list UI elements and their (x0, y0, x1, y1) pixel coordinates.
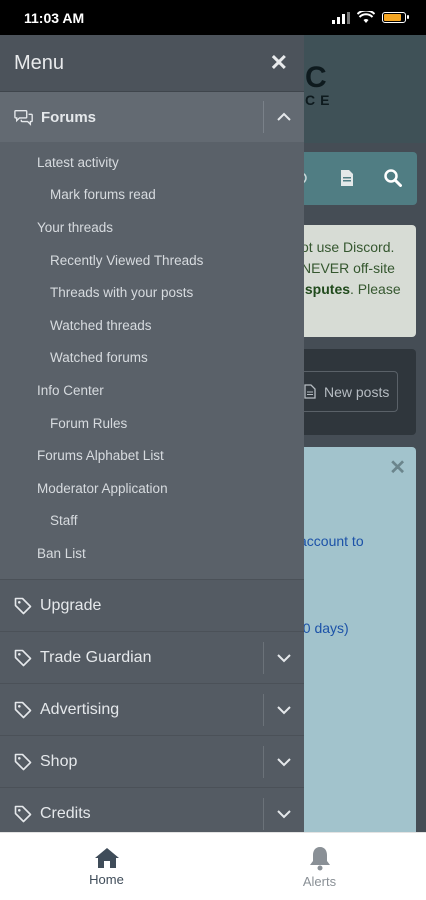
expand-button[interactable] (263, 746, 304, 778)
forums-submenu-item[interactable]: Recently Viewed Threads (0, 244, 304, 277)
expand-button[interactable] (263, 642, 304, 674)
category-row[interactable]: Trade Guardian (0, 631, 304, 683)
forums-submenu-item[interactable]: Watched forums (0, 342, 304, 375)
alert-box: ✕ account to 30 days) (295, 447, 416, 832)
close-icon[interactable]: ✕ (389, 455, 406, 480)
forums-submenu-item[interactable]: Your threads (0, 211, 304, 244)
forums-label: Forums (41, 108, 97, 126)
site-toolbar (295, 152, 417, 205)
forums-submenu-item[interactable]: Threads with your posts (0, 276, 304, 309)
expand-button[interactable] (263, 798, 304, 830)
comments-icon (14, 107, 34, 127)
forums-submenu-item[interactable]: Info Center (0, 374, 304, 407)
tag-icon (14, 700, 34, 720)
tag-icon (14, 752, 34, 772)
site-logo: C CE (305, 61, 335, 108)
search-icon[interactable] (384, 169, 402, 187)
status-bar: 11:03 AM (0, 0, 426, 35)
bottom-nav: Home Alerts (0, 832, 426, 900)
new-posts-icon (304, 384, 316, 399)
nav-alerts-label: Alerts (302, 873, 337, 889)
forums-submenu-item[interactable]: Staff (0, 505, 304, 538)
forums-submenu-item[interactable]: Forum Rules (0, 407, 304, 440)
drawer-title: Menu (14, 51, 65, 74)
category-list: Upgrade Trade Guardian Advertising Shop Cred… (0, 579, 304, 832)
nav-alerts[interactable]: Alerts (213, 833, 426, 900)
tag-icon (14, 804, 34, 824)
category-row[interactable]: Upgrade (0, 579, 304, 631)
document-icon[interactable] (340, 169, 354, 187)
category-row[interactable]: Shop (0, 735, 304, 787)
forums-submenu-item[interactable]: Watched threads (0, 309, 304, 342)
category-label: Trade Guardian (40, 648, 152, 666)
forums-submenu-item[interactable]: Moderator Application (0, 472, 304, 505)
forums-submenu-item[interactable]: Latest activity (0, 146, 304, 179)
forums-collapse-button[interactable] (263, 101, 304, 133)
forums-submenu: Latest activity Mark forums read Your thre… (0, 142, 304, 579)
tag-icon (14, 596, 34, 616)
notice-box: ot use Discord. NEVER off-site isputes. … (295, 225, 416, 337)
forums-submenu-item[interactable]: Ban List (0, 537, 304, 570)
chevron-down-icon (276, 705, 292, 715)
category-row[interactable]: Advertising (0, 683, 304, 735)
category-row[interactable]: Credits (0, 787, 304, 832)
chevron-down-icon (276, 809, 292, 819)
tag-icon (14, 648, 34, 668)
close-drawer-button[interactable]: ✕ (270, 50, 288, 76)
home-icon (94, 847, 119, 868)
drawer-header: Menu ✕ (0, 35, 304, 92)
chevron-down-icon (276, 757, 292, 767)
category-label: Credits (40, 804, 91, 822)
chevron-down-icon (276, 653, 292, 663)
category-label: Upgrade (40, 596, 102, 614)
battery-icon (382, 12, 409, 23)
expand-button[interactable] (263, 694, 304, 726)
nav-home[interactable]: Home (0, 833, 213, 900)
forums-submenu-item[interactable]: Mark forums read (0, 179, 304, 212)
status-time: 11:03 AM (24, 9, 85, 26)
alert-link[interactable]: account to (299, 533, 364, 549)
new-posts-button[interactable]: New posts (295, 371, 398, 412)
nav-home-label: Home (89, 871, 124, 887)
menu-drawer: Menu ✕ Forums Latest activity Mark forums… (0, 35, 304, 832)
category-label: Shop (40, 752, 78, 770)
chevron-up-icon (277, 112, 291, 121)
forums-submenu-item[interactable]: Forums Alphabet List (0, 439, 304, 472)
signal-icon (332, 11, 350, 24)
bell-icon (309, 846, 330, 870)
category-label: Advertising (40, 700, 120, 718)
forums-row[interactable]: Forums (0, 92, 304, 142)
wifi-icon (357, 11, 375, 23)
status-icons (332, 11, 409, 24)
